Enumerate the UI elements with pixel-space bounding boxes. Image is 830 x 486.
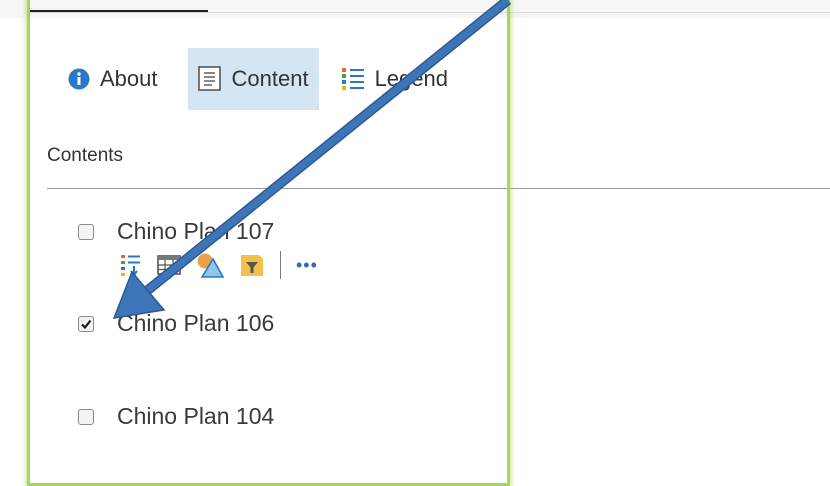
tab-about-label: About: [100, 66, 158, 91]
legend-icon: [341, 67, 365, 91]
tab-about[interactable]: About: [58, 48, 168, 110]
panel-title: Contents: [47, 145, 124, 166]
content-icon: [197, 66, 222, 92]
panel-tabs: About Content Legend: [58, 48, 458, 110]
tab-legend[interactable]: Legend: [331, 48, 458, 110]
legend-toggle-icon[interactable]: [120, 253, 142, 277]
change-style-icon[interactable]: [196, 252, 224, 278]
top-edge: [30, 12, 830, 13]
info-icon: [68, 68, 90, 90]
more-options-icon[interactable]: •••: [296, 256, 318, 274]
layer-item: Chino Plan 104: [78, 403, 274, 430]
layer-checkbox[interactable]: [78, 408, 94, 425]
layer-item: Chino Plan 106: [78, 310, 274, 337]
layer-item: Chino Plan 107: [78, 218, 274, 245]
layer-name[interactable]: Chino Plan 107: [117, 218, 274, 245]
toolbar-separator: [280, 251, 281, 279]
layer-checkbox[interactable]: [78, 223, 94, 240]
layer-checkbox-checked[interactable]: [78, 315, 94, 332]
layer-name[interactable]: Chino Plan 106: [117, 310, 274, 337]
tab-legend-label: Legend: [374, 66, 448, 91]
tab-content[interactable]: Content: [187, 48, 319, 110]
title-divider: [47, 188, 830, 189]
tab-content-label: Content: [231, 66, 309, 91]
filter-icon[interactable]: [239, 252, 265, 278]
attribute-table-icon[interactable]: [157, 254, 181, 276]
top-strip: [0, 0, 830, 18]
layer-toolbar: •••: [120, 248, 318, 282]
layer-name[interactable]: Chino Plan 104: [117, 403, 274, 430]
